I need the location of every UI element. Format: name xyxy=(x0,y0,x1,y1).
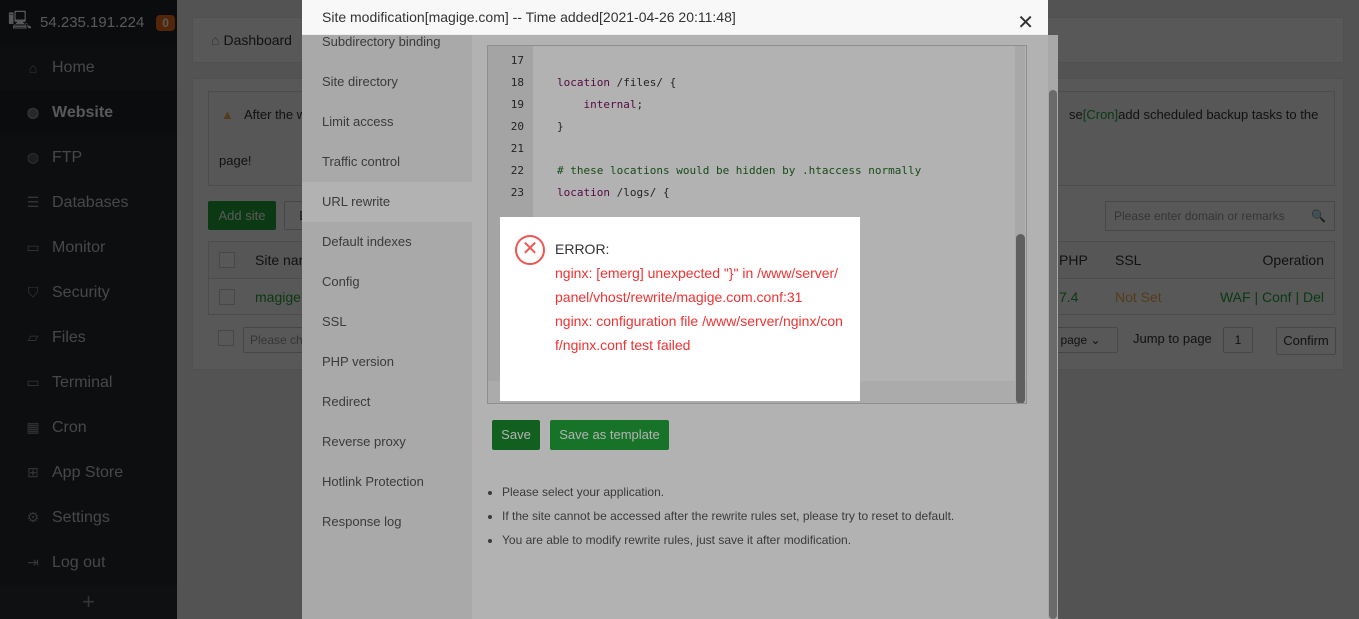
error-dialog: ✕ ERROR: nginx: [emerg] unexpected "}" i… xyxy=(500,217,860,401)
close-icon[interactable]: ✕ xyxy=(1017,6,1034,41)
error-message-1: nginx: [emerg] unexpected "}" in /www/se… xyxy=(555,265,839,305)
modal-title: Site modification[magige.com] -- Time ad… xyxy=(302,0,1048,35)
error-icon: ✕ xyxy=(515,235,545,265)
error-title: ERROR: xyxy=(555,241,610,257)
modal-title-text: Site modification[magige.com] -- Time ad… xyxy=(322,9,736,25)
error-message-2: nginx: configuration file /www/server/ng… xyxy=(555,313,843,353)
